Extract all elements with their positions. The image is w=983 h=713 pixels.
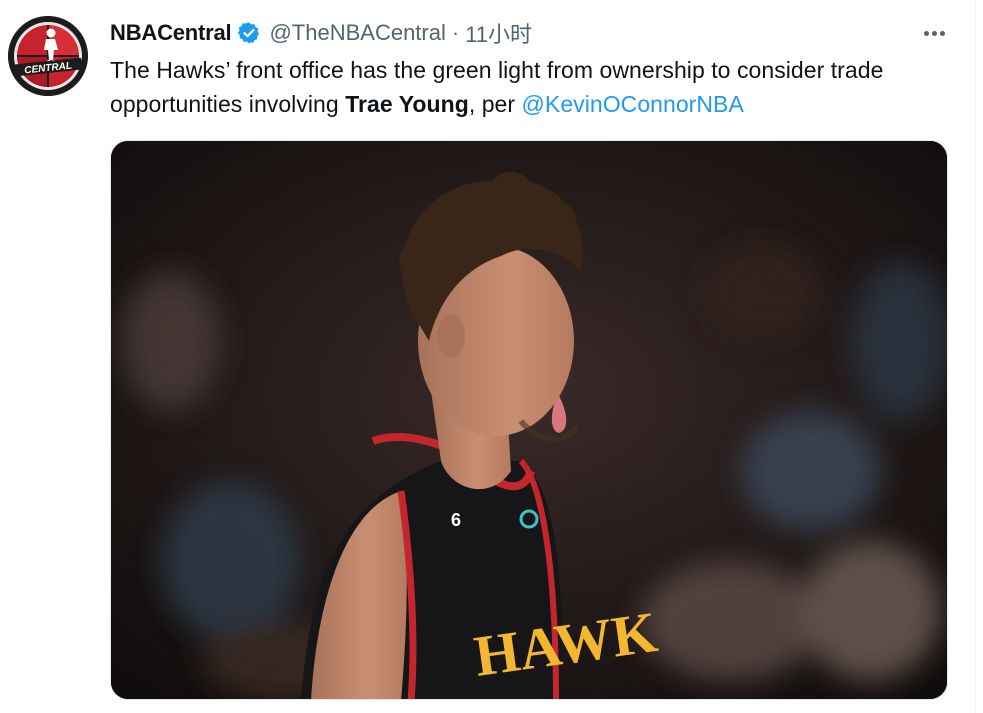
tweet-text-part2: , per xyxy=(468,91,522,117)
tweet-media-photo[interactable]: 6 HAWK xyxy=(110,140,948,700)
more-horizontal-icon[interactable] xyxy=(919,22,949,44)
timestamp[interactable]: 11小时 xyxy=(465,17,532,49)
verified-badge-icon xyxy=(237,21,261,45)
nba-central-logo-icon: CENTRAL xyxy=(8,16,88,96)
divider xyxy=(975,0,976,713)
jersey-number: 6 xyxy=(451,510,461,530)
separator-dot: · xyxy=(451,20,460,45)
tweet-text: The Hawks’ front office has the green li… xyxy=(110,53,940,121)
display-name[interactable]: NBACentral xyxy=(110,20,232,46)
tweet-text-bold-name: Trae Young xyxy=(345,91,469,117)
tweet-header: NBACentral @TheNBACentral · 11小时 xyxy=(110,18,532,48)
tweet-card[interactable]: CENTRAL NBACentral @TheNBACentral · 11小时… xyxy=(0,0,983,713)
mention-link[interactable]: @KevinOConnorNBA xyxy=(522,91,744,117)
avatar[interactable]: CENTRAL xyxy=(8,16,88,96)
user-handle[interactable]: @TheNBACentral xyxy=(269,20,445,46)
player-photo: 6 HAWK xyxy=(111,141,947,699)
